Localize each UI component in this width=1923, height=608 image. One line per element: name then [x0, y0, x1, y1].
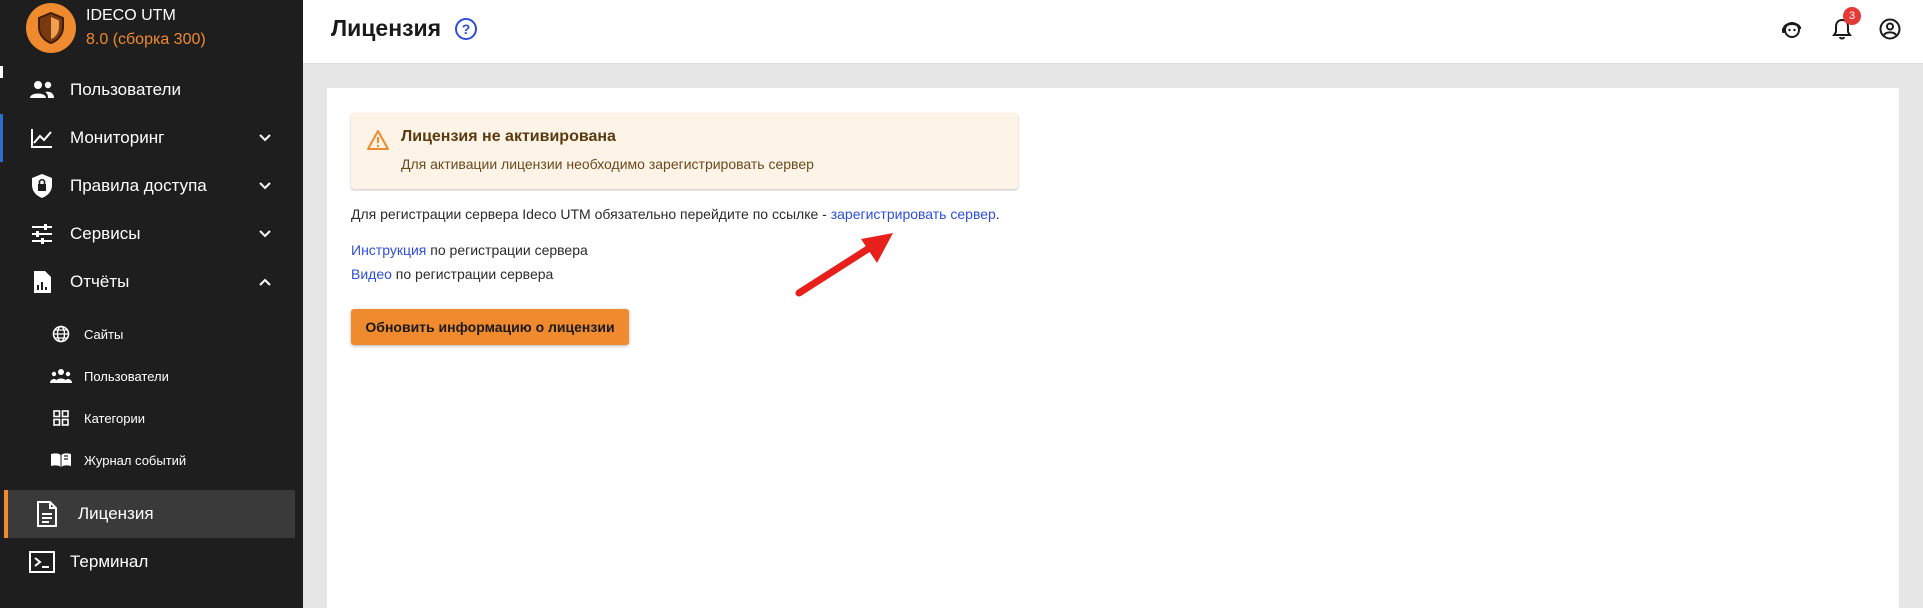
top-header: Лицензия ? 3: [303, 0, 1923, 64]
users-icon: [28, 77, 56, 103]
notifications-bell-icon[interactable]: 3: [1829, 7, 1861, 42]
sidebar-item-label: Мониторинг: [70, 128, 165, 147]
alert-title: Лицензия не активирована: [401, 128, 616, 145]
sidebar-subitem-sites[interactable]: Сайты: [0, 313, 303, 355]
terminal-icon: [28, 549, 56, 575]
sidebar-subitem-label: Категории: [84, 410, 145, 426]
sidebar-item-label: Терминал: [70, 552, 149, 571]
sidebar-item-label: Сервисы: [70, 224, 141, 243]
chevron-down-icon: [259, 230, 271, 238]
help-icon[interactable]: ?: [455, 18, 477, 40]
register-text: Для регистрации сервера Ideco UTM обязат…: [351, 206, 827, 222]
brand-name: IDECO UTM: [86, 7, 176, 24]
annotation-arrow-icon: [795, 233, 893, 297]
sidebar-item-access-rules[interactable]: Правила доступа: [0, 162, 303, 210]
account-icon[interactable]: [1877, 16, 1903, 42]
notification-badge: 3: [1843, 7, 1861, 25]
brand-version: 8.0 (сборка 300): [86, 31, 206, 48]
brand[interactable]: IDECO UTM 8.0 (сборка 300): [26, 2, 206, 54]
register-end: .: [995, 206, 1000, 222]
sidebar-subitem-label: Сайты: [84, 326, 124, 342]
sidebar-item-label: Правила доступа: [70, 176, 207, 195]
sidebar-item-label: Отчёты: [70, 272, 130, 291]
license-card: Лицензия не активирована Для активации л…: [327, 88, 1899, 608]
report-icon: [28, 269, 56, 295]
sidebar-item-label: Лицензия: [78, 504, 154, 523]
register-server-link[interactable]: зарегистрировать сервер: [831, 206, 996, 222]
sidebar-subitem-users[interactable]: Пользователи: [0, 355, 303, 397]
video-link[interactable]: Видео: [351, 266, 392, 282]
sidebar-item-license[interactable]: Лицензия: [4, 490, 295, 538]
page-title: Лицензия: [331, 15, 442, 41]
sidebar-item-users[interactable]: Пользователи: [0, 66, 303, 114]
sidebar-item-monitoring[interactable]: Мониторинг: [0, 114, 303, 162]
sidebar-subitem-categories[interactable]: Категории: [0, 397, 303, 439]
grid-icon: [50, 409, 72, 427]
globe-icon: [50, 325, 72, 343]
sidebar-subitem-label: Журнал событий: [84, 452, 187, 468]
license-alert: Лицензия не активирована Для активации л…: [351, 113, 1018, 189]
chevron-down-icon: [259, 134, 271, 142]
register-line: Для регистрации сервера Ideco UTM обязат…: [351, 206, 1000, 222]
chevron-down-icon: [259, 182, 271, 190]
shield-lock-icon: [28, 173, 56, 199]
sidebar-item-reports[interactable]: Отчёты: [0, 258, 303, 306]
chevron-up-icon: [259, 278, 271, 286]
users-icon: [50, 367, 72, 385]
warning-icon: [367, 130, 389, 150]
chart-line-icon: [28, 125, 56, 151]
document-icon: [36, 501, 58, 532]
instruction-link[interactable]: Инструкция: [351, 242, 426, 258]
instruction-text: по регистрации сервера: [430, 242, 588, 258]
sidebar: IDECO UTM 8.0 (сборка 300) Пользователи …: [0, 0, 303, 608]
sidebar-subitem-event-log[interactable]: Журнал событий: [0, 439, 303, 481]
alert-text: Для активации лицензии необходимо зареги…: [401, 156, 814, 172]
sliders-icon: [28, 221, 56, 247]
refresh-license-button[interactable]: Обновить информацию о лицензии: [351, 309, 629, 345]
video-text: по регистрации сервера: [395, 266, 554, 282]
sidebar-subitem-label: Пользователи: [84, 368, 169, 384]
book-icon: [50, 451, 72, 469]
instruction-line: Инструкция по регистрации сервера: [351, 242, 588, 258]
sidebar-item-label: Пользователи: [70, 80, 181, 99]
ideco-logo-icon: [26, 3, 76, 53]
video-line: Видео по регистрации сервера: [351, 266, 553, 282]
support-agent-icon[interactable]: [1779, 16, 1805, 42]
sidebar-item-terminal[interactable]: Терминал: [0, 538, 303, 586]
sidebar-item-services[interactable]: Сервисы: [0, 210, 303, 258]
